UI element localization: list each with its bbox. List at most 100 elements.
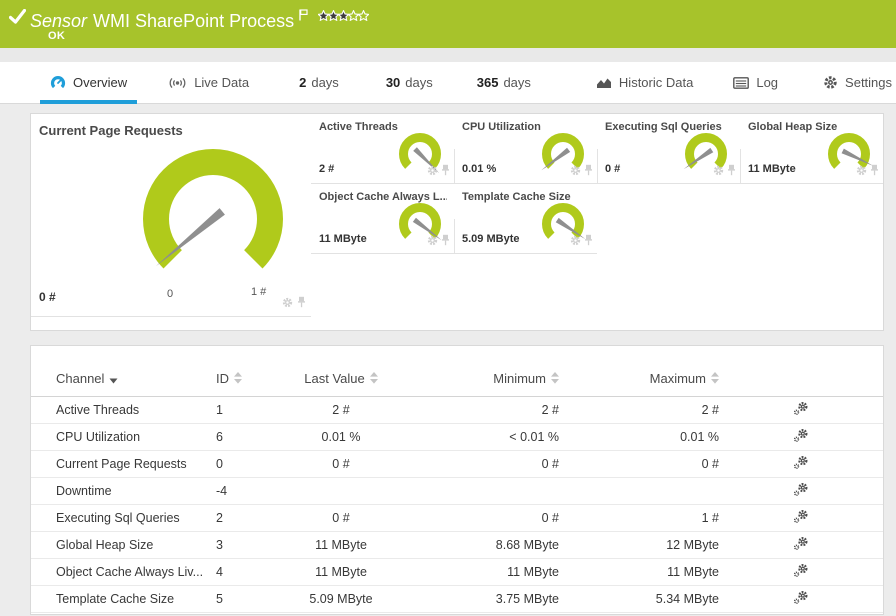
channel-minimum: 8.68 MByte — [381, 531, 559, 559]
column-header-id[interactable]: ID — [216, 346, 301, 397]
channel-name[interactable]: Object Cache Always Liv... — [31, 558, 216, 586]
table-row[interactable]: Global Heap Size 3 11 MByte 8.68 MByte 1… — [31, 531, 883, 559]
gear-icon — [823, 75, 838, 90]
pin-icon[interactable] — [441, 163, 450, 181]
tab-settings[interactable]: Settings — [813, 62, 896, 103]
channel-name[interactable]: Active Threads — [31, 396, 216, 424]
tab-log[interactable]: Log — [723, 62, 788, 103]
tab-2-days[interactable]: 2 days — [289, 62, 349, 103]
small-gauge-executing-sql-queries[interactable]: Executing Sql Queries 0 # — [597, 114, 740, 184]
primary-gauge[interactable]: Current Page Requests 0 # 0 1 # — [31, 114, 311, 317]
gauge-current-value: 11 MByte — [748, 163, 796, 175]
table-row[interactable]: CPU Utilization 6 0.01 % < 0.01 % 0.01 % — [31, 423, 883, 451]
gauge-settings-icon[interactable] — [427, 233, 438, 251]
gauge-scale-max: 1 # — [251, 286, 267, 298]
column-header-maximum[interactable]: Maximum — [559, 346, 719, 397]
small-gauge-template-cache-size[interactable]: Template Cache Size 5.09 MByte — [454, 184, 597, 254]
channel-maximum: 12 MByte — [559, 531, 719, 559]
pin-icon[interactable] — [727, 163, 736, 181]
small-gauge-object-cache[interactable]: Object Cache Always L... 11 MByte — [311, 184, 454, 254]
gauges-panel: Current Page Requests 0 # 0 1 # Active T… — [30, 113, 884, 331]
channel-name[interactable]: CPU Utilization — [31, 423, 216, 451]
gauge-settings-icon[interactable] — [570, 233, 581, 251]
tab-number: 30 — [385, 75, 401, 90]
channel-minimum: 3.75 MByte — [381, 585, 559, 613]
flag-icon[interactable] — [299, 5, 308, 25]
gauge-dial — [133, 144, 293, 294]
tab-365-days[interactable]: 365 days — [467, 62, 541, 103]
sort-both-icon — [551, 371, 559, 387]
tab-bar: Overview Live Data 2 days 30 days 365 da… — [0, 62, 896, 104]
channel-settings-icon[interactable] — [793, 482, 809, 497]
sensor-name: WMI SharePoint Process — [93, 11, 295, 31]
small-gauge-active-threads[interactable]: Active Threads 2 # — [311, 114, 454, 184]
gauge-title: Current Page Requests — [39, 123, 183, 138]
small-gauge-cpu-utilization[interactable]: CPU Utilization 0.01 % — [454, 114, 597, 184]
table-row[interactable]: Object Cache Always Liv... 4 11 MByte 11… — [31, 558, 883, 586]
channel-settings-icon[interactable] — [793, 590, 809, 605]
gauge-settings-icon[interactable] — [713, 163, 724, 181]
table-row[interactable]: Template Cache Size 5 5.09 MByte 3.75 MB… — [31, 585, 883, 613]
channel-minimum: 2 # — [381, 396, 559, 424]
sort-both-icon — [369, 371, 378, 387]
channel-settings-icon[interactable] — [793, 428, 809, 443]
column-header-last-value[interactable]: Last Value — [301, 346, 381, 397]
tab-live-data[interactable]: Live Data — [158, 62, 259, 103]
table-row[interactable]: Active Threads 1 2 # 2 # 2 # — [31, 396, 883, 424]
gauge-settings-icon[interactable] — [427, 163, 438, 181]
channel-name[interactable]: Global Heap Size — [31, 531, 216, 559]
table-row[interactable]: Downtime -4 — [31, 477, 883, 505]
gauge-current-value: 0.01 % — [462, 163, 497, 175]
column-header-actions — [719, 346, 883, 397]
pin-icon[interactable] — [870, 163, 879, 181]
channel-minimum — [381, 477, 559, 505]
pin-icon[interactable] — [297, 295, 306, 313]
header-divider — [0, 48, 896, 62]
channel-name[interactable]: Downtime — [31, 477, 216, 505]
column-header-minimum[interactable]: Minimum — [381, 346, 559, 397]
tab-historic-data[interactable]: Historic Data — [586, 62, 703, 103]
channel-last-value: 2 # — [301, 396, 381, 424]
tab-30-days[interactable]: 30 days — [376, 62, 443, 103]
gauge-settings-icon[interactable] — [856, 163, 867, 181]
tab-label: Overview — [73, 75, 128, 90]
channel-settings-icon[interactable] — [793, 536, 809, 551]
pin-icon[interactable] — [584, 163, 593, 181]
channel-name[interactable]: Template Cache Size — [31, 585, 216, 613]
gauge-scale-min: 0 — [167, 288, 174, 300]
gauge-current-value: 2 # — [319, 163, 335, 175]
tab-overview[interactable]: Overview — [40, 62, 138, 104]
channel-id: 3 — [216, 531, 301, 559]
tab-label: Settings — [845, 75, 893, 90]
column-header-channel[interactable]: Channel — [31, 346, 216, 397]
channel-id: 2 — [216, 504, 301, 532]
small-gauge-global-heap-size[interactable]: Global Heap Size 11 MByte — [740, 114, 883, 184]
channels-table-panel: Channel ID Last Value Minimum Maximum Ac… — [30, 345, 884, 615]
table-row[interactable]: Executing Sql Queries 2 0 # 0 # 1 # — [31, 504, 883, 532]
channel-name[interactable]: Executing Sql Queries — [31, 504, 216, 532]
table-row[interactable]: Current Page Requests 0 0 # 0 # 0 # — [31, 450, 883, 478]
channel-last-value: 5.09 MByte — [301, 585, 381, 613]
tab-label: Log — [756, 75, 779, 90]
log-icon — [733, 76, 750, 89]
tab-number: 365 — [476, 75, 499, 90]
pin-icon[interactable] — [441, 233, 450, 251]
channel-minimum: 11 MByte — [381, 558, 559, 586]
gauge-settings-icon[interactable] — [282, 295, 293, 313]
tab-number: 2 — [299, 75, 307, 90]
channel-maximum: 5.34 MByte — [559, 585, 719, 613]
gauge-settings-icon[interactable] — [570, 163, 581, 181]
channel-id: -4 — [216, 477, 301, 505]
channel-id: 5 — [216, 585, 301, 613]
channel-settings-icon[interactable] — [793, 455, 809, 470]
priority-stars[interactable] — [317, 5, 371, 26]
channel-name[interactable]: Current Page Requests — [31, 450, 216, 478]
pin-icon[interactable] — [584, 233, 593, 251]
channel-minimum: 0 # — [381, 504, 559, 532]
live-data-icon — [168, 76, 187, 90]
sensor-type-label: Sensor — [30, 11, 88, 31]
channel-settings-icon[interactable] — [793, 509, 809, 524]
channel-settings-icon[interactable] — [793, 563, 809, 578]
channels-table: Channel ID Last Value Minimum Maximum Ac… — [31, 346, 883, 613]
channel-settings-icon[interactable] — [793, 401, 809, 416]
